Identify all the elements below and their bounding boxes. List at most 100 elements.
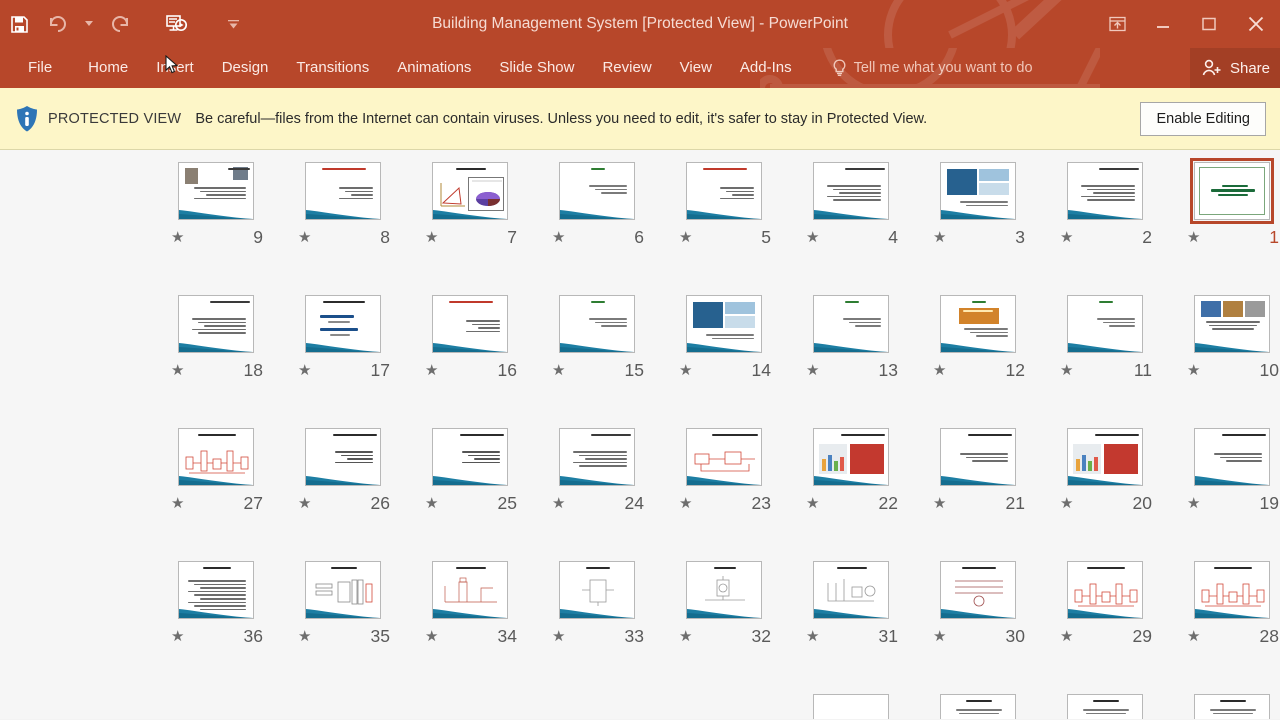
slide-thumbnail-24[interactable]: ★ 24	[542, 418, 652, 551]
slide-preview[interactable]	[305, 428, 381, 486]
slide-preview[interactable]	[940, 694, 1016, 719]
tell-me-search[interactable]: Tell me what you want to do	[832, 59, 1033, 77]
star-icon[interactable]: ★	[167, 629, 184, 644]
slide-thumbnail-19[interactable]: ★ 19	[1177, 418, 1280, 551]
slide-preview[interactable]	[940, 428, 1016, 486]
slide-preview[interactable]	[432, 162, 508, 220]
slide-thumbnail-20[interactable]: ★ 20	[1050, 418, 1160, 551]
star-icon[interactable]: ★	[802, 496, 819, 511]
star-icon[interactable]: ★	[548, 230, 565, 245]
slide-preview[interactable]	[1067, 295, 1143, 353]
slide-preview[interactable]	[686, 561, 762, 619]
tab-insert[interactable]: Insert	[142, 48, 208, 88]
slide-thumbnail-1[interactable]: ★ 1	[1177, 152, 1280, 285]
slide-preview[interactable]	[559, 295, 635, 353]
slide-thumbnail-25[interactable]: ★ 25	[415, 418, 525, 551]
star-icon[interactable]: ★	[167, 230, 184, 245]
slide-preview[interactable]	[178, 561, 254, 619]
customize-qat-icon[interactable]	[220, 3, 246, 45]
slide-preview[interactable]	[940, 561, 1016, 619]
tab-home[interactable]: Home	[74, 48, 142, 88]
slide-preview[interactable]	[559, 561, 635, 619]
slide-thumbnail-23[interactable]: ★ 23	[669, 418, 779, 551]
star-icon[interactable]: ★	[802, 230, 819, 245]
slide-preview[interactable]	[432, 295, 508, 353]
slide-preview[interactable]	[813, 295, 889, 353]
star-icon[interactable]: ★	[167, 496, 184, 511]
star-icon[interactable]: ★	[421, 230, 438, 245]
slide-thumbnail-7[interactable]: ★ 7	[415, 152, 525, 285]
slide-thumbnail-18[interactable]: ★ 18	[161, 285, 271, 418]
slide-preview[interactable]	[1194, 428, 1270, 486]
slide-thumbnail-16[interactable]: ★ 16	[415, 285, 525, 418]
slide-preview[interactable]	[1194, 694, 1270, 719]
slide-preview[interactable]	[1067, 694, 1143, 719]
slide-thumbnail-26[interactable]: ★ 26	[288, 418, 398, 551]
star-icon[interactable]: ★	[294, 230, 311, 245]
slide-preview[interactable]	[432, 561, 508, 619]
slide-thumbnail-35[interactable]: ★ 35	[288, 551, 398, 684]
star-icon[interactable]: ★	[421, 496, 438, 511]
slide-preview[interactable]	[305, 295, 381, 353]
slide-thumbnail-43[interactable]	[1050, 684, 1160, 719]
slide-thumbnail-27[interactable]: ★ 27	[161, 418, 271, 551]
slide-thumbnail-31[interactable]: ★ 31	[796, 551, 906, 684]
close-icon[interactable]	[1232, 0, 1280, 48]
tab-animations[interactable]: Animations	[383, 48, 485, 88]
star-icon[interactable]: ★	[1183, 496, 1200, 511]
slide-preview[interactable]	[305, 561, 381, 619]
slide-thumbnail-2[interactable]: ★ 2	[1050, 152, 1160, 285]
slide-thumbnail-13[interactable]: ★ 13	[796, 285, 906, 418]
star-icon[interactable]: ★	[675, 496, 692, 511]
star-icon[interactable]: ★	[1183, 629, 1200, 644]
slide-preview[interactable]	[813, 162, 889, 220]
slide-preview[interactable]	[686, 295, 762, 353]
star-icon[interactable]: ★	[548, 496, 565, 511]
star-icon[interactable]: ★	[294, 496, 311, 511]
slide-preview[interactable]	[1067, 561, 1143, 619]
quick-access-toolbar[interactable]	[0, 0, 246, 48]
slide-thumbnail-17[interactable]: ★ 17	[288, 285, 398, 418]
star-icon[interactable]: ★	[929, 363, 946, 378]
star-icon[interactable]: ★	[1056, 496, 1073, 511]
slide-thumbnail-32[interactable]: ★ 32	[669, 551, 779, 684]
slide-thumbnail-8[interactable]: ★ 8	[288, 152, 398, 285]
star-icon[interactable]: ★	[548, 363, 565, 378]
star-icon[interactable]: ★	[1056, 230, 1073, 245]
window-controls[interactable]	[1094, 0, 1280, 48]
star-icon[interactable]: ★	[929, 230, 946, 245]
maximize-icon[interactable]	[1186, 0, 1232, 48]
enable-editing-button[interactable]: Enable Editing	[1140, 101, 1266, 136]
share-button[interactable]: Share	[1189, 48, 1280, 88]
star-icon[interactable]: ★	[929, 496, 946, 511]
slide-thumbnail-28[interactable]: ★ 28	[1177, 551, 1280, 684]
slide-preview[interactable]	[178, 162, 254, 220]
tab-file[interactable]: File	[0, 48, 74, 88]
star-icon[interactable]: ★	[675, 230, 692, 245]
star-icon[interactable]: ★	[675, 363, 692, 378]
slide-preview[interactable]	[940, 295, 1016, 353]
star-icon[interactable]: ★	[929, 629, 946, 644]
slide-preview[interactable]	[1067, 162, 1143, 220]
tab-transitions[interactable]: Transitions	[282, 48, 383, 88]
save-icon[interactable]	[0, 3, 38, 45]
slide-thumbnail-30[interactable]: ★ 30	[923, 551, 1033, 684]
slide-preview[interactable]	[1190, 158, 1274, 224]
star-icon[interactable]: ★	[802, 629, 819, 644]
slide-thumbnail-22[interactable]: ★ 22	[796, 418, 906, 551]
slide-thumbnail-14[interactable]: ★ 14	[669, 285, 779, 418]
slide-thumbnail-5[interactable]: ★ 5	[669, 152, 779, 285]
slide-thumbnail-29[interactable]: ★ 29	[1050, 551, 1160, 684]
star-icon[interactable]: ★	[675, 629, 692, 644]
slide-thumbnail-42[interactable]	[1177, 684, 1280, 719]
star-icon[interactable]: ★	[1183, 230, 1200, 245]
star-icon[interactable]: ★	[1056, 363, 1073, 378]
slide-thumbnail-44[interactable]	[923, 684, 1033, 719]
slide-preview[interactable]	[813, 694, 889, 719]
slide-thumbnail-21[interactable]: ★ 21	[923, 418, 1033, 551]
slide-preview[interactable]	[432, 428, 508, 486]
star-icon[interactable]: ★	[421, 629, 438, 644]
ribbon-display-options-icon[interactable]	[1094, 0, 1140, 48]
slide-thumbnail-10[interactable]: ★ 10	[1177, 285, 1280, 418]
undo-icon[interactable]	[38, 3, 76, 45]
